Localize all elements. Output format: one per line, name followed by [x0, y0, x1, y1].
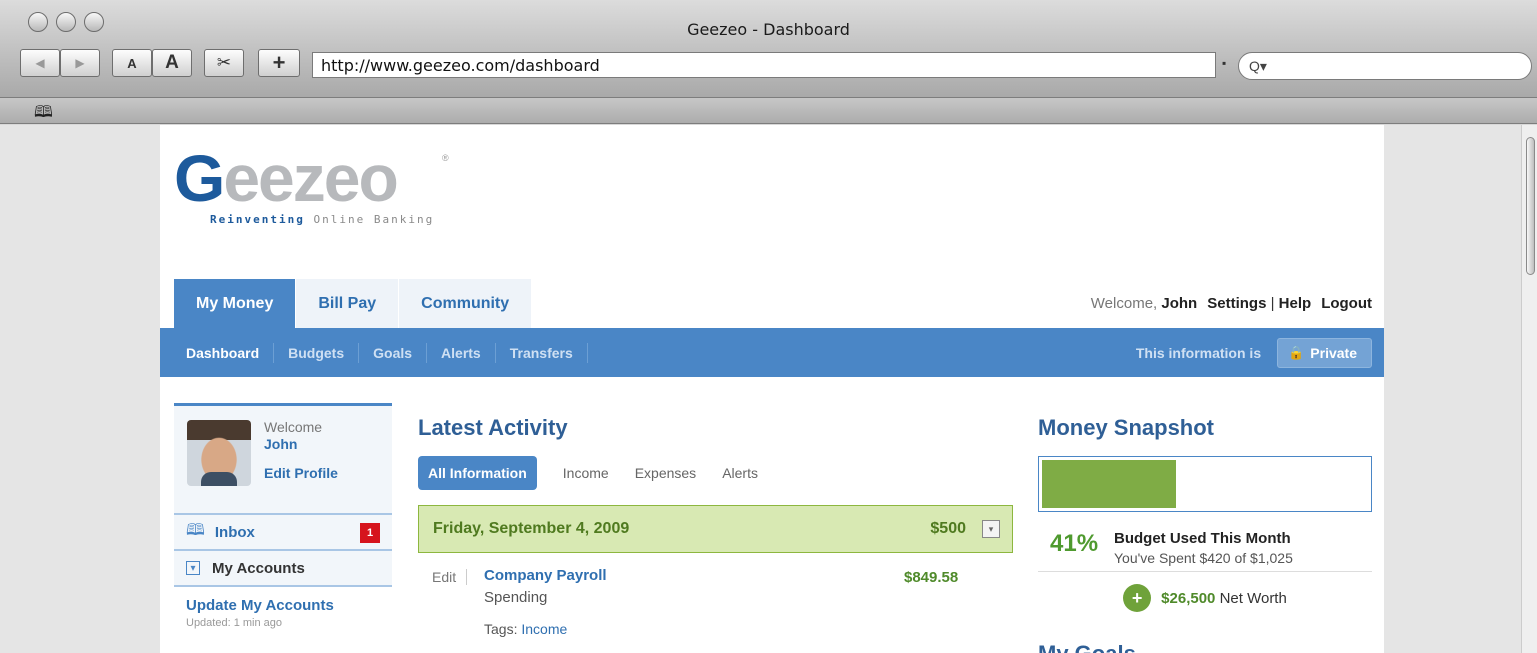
subnav-transfers[interactable]: Transfers	[496, 342, 588, 363]
budget-title: Budget Used This Month	[1114, 530, 1291, 547]
sidebar-item-my-accounts[interactable]: ▾ My Accounts	[174, 549, 392, 585]
update-accounts-block: Update My Accounts Updated: 1 min ago	[174, 585, 392, 639]
browser-viewport: Geezeo ® Reinventing Online Banking My M…	[0, 125, 1537, 653]
net-worth-label: Net Worth	[1219, 589, 1287, 607]
filter-all-information[interactable]: All Information	[418, 456, 537, 490]
latest-activity-title: Latest Activity	[418, 415, 568, 440]
lock-icon: 🔒	[1288, 345, 1305, 360]
day-summary-row[interactable]: Friday, September 4, 2009 $500 ▾	[418, 505, 1013, 553]
inbox-label: Inbox	[214, 523, 255, 541]
transaction-amount: $849.58	[904, 569, 959, 586]
filter-alerts[interactable]: Alerts	[722, 465, 758, 481]
update-accounts-link[interactable]: Update My Accounts	[186, 597, 380, 614]
net-worth: + $26,500 Net Worth	[1038, 584, 1372, 612]
bookmarks-bar: 🕮	[0, 98, 1537, 124]
latest-activity: Latest Activity All Information Income E…	[418, 415, 1013, 643]
net-worth-value: $26,500	[1161, 589, 1216, 607]
filter-income[interactable]: Income	[563, 465, 609, 481]
geezeo-logo[interactable]: Geezeo ® Reinventing Online Banking	[174, 145, 449, 226]
filter-expenses[interactable]: Expenses	[635, 465, 696, 481]
budget-progress-bar	[1038, 456, 1372, 512]
transaction-category: Spending	[484, 589, 548, 606]
day-amount: $500	[930, 520, 966, 537]
edit-profile-link[interactable]: Edit Profile	[264, 465, 338, 481]
transaction-payee[interactable]: Company Payroll	[484, 567, 607, 584]
web-page: Geezeo ® Reinventing Online Banking My M…	[160, 125, 1384, 653]
private-label: Private	[1310, 345, 1357, 361]
window-title: Geezeo - Dashboard	[687, 20, 850, 39]
collapse-icon[interactable]: ▾	[186, 561, 200, 575]
plus-icon: +	[272, 50, 286, 75]
day-dropdown-icon[interactable]: ▾	[982, 520, 1000, 538]
avatar[interactable]	[187, 420, 251, 486]
book-icon[interactable]: 🕮	[34, 101, 53, 128]
forward-button[interactable]: ▶	[60, 49, 100, 77]
add-bookmark-button[interactable]: +	[258, 49, 300, 77]
sidebar-user-name: John	[264, 436, 298, 452]
tab-community[interactable]: Community	[399, 279, 532, 328]
subnav-dashboard[interactable]: Dashboard	[174, 342, 275, 363]
window-titlebar: Geezeo - Dashboard ◀ ▶ A A ✂ + http://ww…	[0, 0, 1537, 98]
logo-rest: eezeo	[223, 141, 398, 215]
text-smaller-button[interactable]: A	[112, 49, 152, 77]
sidebar-welcome: Welcome	[264, 419, 323, 435]
tab-bill-pay[interactable]: Bill Pay	[296, 279, 399, 328]
sidebar: Welcome John Edit Profile 🕮 Inbox 1 ▾ My…	[174, 403, 392, 639]
budget-subtitle: You've Spent $420 of $1,025	[1114, 550, 1293, 566]
plus-icon[interactable]: +	[1123, 584, 1152, 612]
transaction-tags: Tags: Income	[484, 621, 568, 637]
sidebar-item-inbox[interactable]: 🕮 Inbox 1	[174, 513, 392, 549]
privacy-setting: This information is 🔒 Private	[1136, 338, 1372, 368]
my-accounts-label: My Accounts	[212, 559, 305, 577]
transaction-row: Edit Company Payroll Spending $849.58 Ta…	[418, 553, 1013, 643]
vertical-scrollbar[interactable]	[1521, 125, 1537, 653]
text-smaller-icon: A	[127, 55, 137, 71]
private-button[interactable]: 🔒 Private	[1277, 338, 1372, 368]
privacy-label: This information is	[1135, 345, 1262, 361]
back-icon: ◀	[35, 56, 45, 70]
budget-percent: 41%	[1050, 530, 1099, 557]
day-date: Friday, September 4, 2009	[433, 520, 630, 537]
help-link[interactable]: Help	[1279, 295, 1312, 312]
main-tabs: My Money Bill Pay Community	[174, 279, 532, 328]
my-goals-title: My Goals	[1038, 641, 1136, 653]
logo-registered: ®	[442, 153, 449, 163]
back-button[interactable]: ◀	[20, 49, 60, 77]
forward-icon: ▶	[75, 56, 85, 70]
inbox-icon: 🕮	[186, 521, 205, 539]
activity-filters: All Information Income Expenses Alerts	[418, 455, 1013, 491]
edit-transaction-link[interactable]: Edit	[432, 569, 468, 585]
welcome-label: Welcome,	[1090, 295, 1158, 312]
settings-link[interactable]: Settings	[1207, 295, 1266, 312]
text-larger-button[interactable]: A	[152, 49, 192, 77]
updated-timestamp: Updated: 1 min ago	[186, 617, 283, 629]
profile-card: Welcome John Edit Profile	[174, 403, 392, 513]
tab-my-money[interactable]: My Money	[174, 279, 296, 328]
inbox-count-badge: 1	[360, 523, 380, 543]
budget-progress-fill	[1042, 460, 1176, 508]
tag-income-link[interactable]: Income	[521, 621, 567, 637]
text-larger-icon: A	[165, 52, 179, 73]
snip-button[interactable]: ✂	[204, 49, 244, 77]
user-menu: Welcome, John Settings | Help Logout	[1090, 295, 1372, 312]
sub-navigation: Dashboard Budgets Goals Alerts Transfers…	[160, 328, 1384, 377]
subnav-budgets[interactable]: Budgets	[274, 342, 360, 363]
user-name: John	[1161, 295, 1198, 312]
money-snapshot: Money Snapshot 41% Budget Used This Mont…	[1038, 415, 1372, 653]
address-bar[interactable]: http://www.geezeo.com/dashboard	[312, 52, 1216, 78]
subnav-alerts[interactable]: Alerts	[427, 342, 496, 363]
money-snapshot-title: Money Snapshot	[1038, 415, 1215, 440]
url-dropdown-icon[interactable]: ▪	[1222, 56, 1226, 70]
budget-summary: 41% Budget Used This Month You've Spent …	[1038, 524, 1372, 572]
subnav-goals[interactable]: Goals	[359, 342, 428, 363]
logo-tagline: Reinventing Online Banking	[210, 213, 435, 226]
logo-g: G	[174, 141, 225, 215]
search-field[interactable]: Q▾	[1238, 52, 1532, 80]
scrollbar-thumb[interactable]	[1526, 137, 1535, 275]
scissors-icon: ✂	[216, 53, 232, 72]
search-icon: Q▾	[1249, 57, 1267, 74]
logout-link[interactable]: Logout	[1321, 295, 1372, 312]
